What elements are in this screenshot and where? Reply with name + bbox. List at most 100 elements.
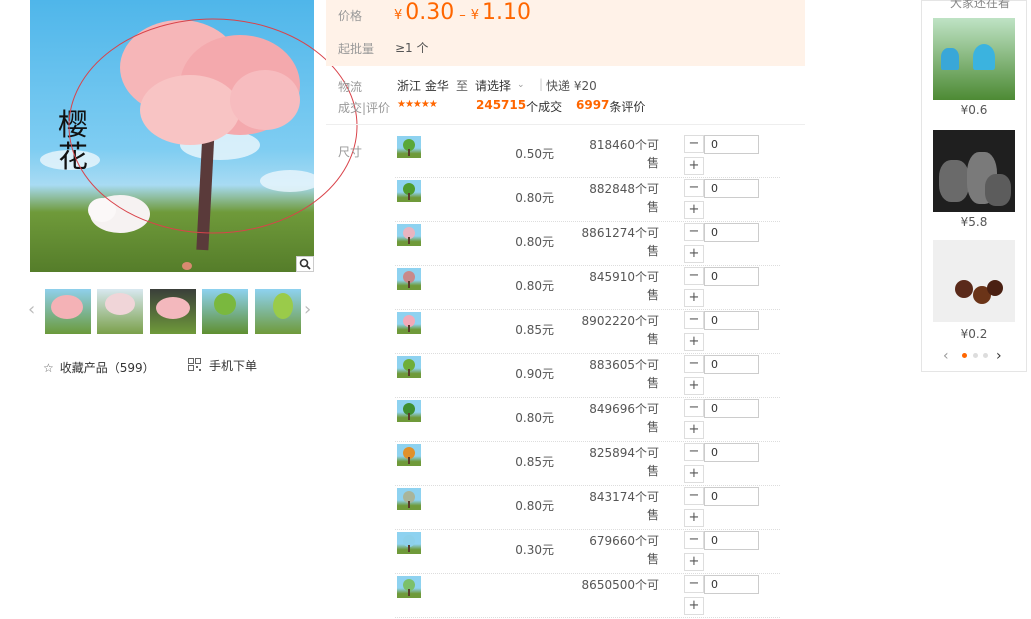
quantity-stepper: −+ <box>684 443 760 487</box>
sku-thumbnail[interactable] <box>397 576 421 598</box>
increment-button[interactable]: + <box>684 289 704 307</box>
increment-button[interactable]: + <box>684 333 704 351</box>
sku-stock: 845910个可售 <box>589 270 659 302</box>
sku-thumbnail[interactable] <box>397 136 421 158</box>
quantity-input[interactable] <box>704 531 759 550</box>
sku-stock: 883605个可售 <box>589 358 659 390</box>
sku-row: 0.80元849696个可售−+ <box>395 398 780 442</box>
increment-button[interactable]: + <box>684 509 704 527</box>
sku-price: 0.80元 <box>515 411 554 425</box>
sku-row: 0.80元882848个可售−+ <box>395 178 780 222</box>
sku-stock: 8861274个可售 <box>581 226 659 258</box>
carousel-dot[interactable] <box>973 353 978 358</box>
sku-thumbnail[interactable] <box>397 268 421 290</box>
deal-count[interactable]: 245715 个成交 <box>476 98 562 115</box>
quantity-input[interactable] <box>704 179 759 198</box>
carousel-dot-active[interactable] <box>962 353 967 358</box>
quantity-stepper: −+ <box>684 223 760 267</box>
thumb-prev-icon[interactable]: ‹ <box>28 299 35 320</box>
increment-button[interactable]: + <box>684 201 704 219</box>
sku-thumbnail[interactable] <box>397 488 421 510</box>
destination-select[interactable]: 请选择 ⌄ <box>475 77 525 94</box>
decrement-button[interactable]: − <box>684 355 704 373</box>
mobile-order-button[interactable]: 手机下单 <box>188 357 257 374</box>
favorite-label: 收藏产品（599） <box>59 361 155 375</box>
increment-button[interactable]: + <box>684 421 704 439</box>
decrement-button[interactable]: − <box>684 267 704 285</box>
decrement-button[interactable]: − <box>684 531 704 549</box>
zoom-icon[interactable] <box>296 256 314 272</box>
thumbnail-4[interactable] <box>202 289 248 334</box>
sku-thumbnail[interactable] <box>397 444 421 466</box>
sku-row: 0.90元 883605个可售 − + <box>395 354 780 398</box>
recommend-item-3-image[interactable] <box>933 240 1015 322</box>
recommend-next-icon[interactable]: › <box>996 348 1002 364</box>
decrement-button[interactable]: − <box>684 399 704 417</box>
decrement-button[interactable]: − <box>684 135 704 153</box>
sku-stock: 679660个可售 <box>589 534 659 566</box>
sku-thumbnail[interactable] <box>397 180 421 202</box>
quantity-stepper: −+ <box>684 531 760 575</box>
decrement-button[interactable]: − <box>684 179 704 197</box>
review-count[interactable]: 6997 条评价 <box>576 98 645 115</box>
quantity-input[interactable] <box>704 267 759 286</box>
carousel-dot[interactable] <box>983 353 988 358</box>
sku-thumbnail[interactable] <box>397 224 421 246</box>
recommend-item-3-price[interactable]: ¥0.2 <box>922 327 1026 341</box>
increment-button[interactable]: + <box>684 597 704 615</box>
thumbnail-3[interactable] <box>150 289 196 334</box>
thumbnail-1[interactable] <box>45 289 91 334</box>
sku-thumbnail[interactable] <box>397 532 421 554</box>
recommend-prev-icon[interactable]: ‹ <box>943 348 949 364</box>
sku-thumbnail[interactable] <box>397 312 421 334</box>
quantity-input[interactable] <box>704 135 759 154</box>
sku-thumbnail[interactable] <box>397 356 421 378</box>
sku-row: 0.50元818460个可售−+ <box>395 134 780 178</box>
price-label: 价格 <box>338 9 363 23</box>
logistics-to: 至 <box>456 79 469 93</box>
quantity-input[interactable] <box>704 399 759 418</box>
thumbnail-2[interactable] <box>97 289 143 334</box>
size-label: 尺寸 <box>338 145 363 159</box>
quantity-stepper: −+ <box>684 179 760 223</box>
thumbnail-5[interactable] <box>255 289 301 334</box>
sku-price: 0.80元 <box>515 279 554 293</box>
quantity-input[interactable] <box>704 575 759 594</box>
increment-button[interactable]: + <box>684 465 704 483</box>
recommend-item-2-image[interactable] <box>933 130 1015 212</box>
decrement-button[interactable]: − <box>684 223 704 241</box>
increment-button[interactable]: + <box>684 553 704 571</box>
star-outline-icon: ☆ <box>43 360 54 375</box>
quantity-stepper: −+ <box>684 311 760 355</box>
quantity-input[interactable] <box>704 487 759 506</box>
sku-price: 0.90元 <box>515 367 554 381</box>
quantity-stepper: −+ <box>684 267 760 311</box>
quantity-input[interactable] <box>704 443 759 462</box>
recommend-item-1-price[interactable]: ¥0.6 <box>922 103 1026 117</box>
increment-button[interactable]: + <box>684 377 704 395</box>
sku-row: 0.80元8861274个可售−+ <box>395 222 780 266</box>
favorite-button[interactable]: ☆ 收藏产品（599） <box>43 359 155 376</box>
recommend-item-1-image[interactable] <box>933 18 1015 100</box>
logistics-origin: 浙江 金华 <box>397 79 449 93</box>
decrement-button[interactable]: − <box>684 443 704 461</box>
thumb-next-icon[interactable]: › <box>304 299 311 320</box>
quantity-input[interactable] <box>704 223 759 242</box>
sku-stock: 818460个可售 <box>589 138 659 170</box>
sku-thumbnail[interactable] <box>397 400 421 422</box>
mobile-order-label: 手机下单 <box>209 359 258 373</box>
sku-row: 0.85元8902220个可售−+ <box>395 310 780 354</box>
decrement-button[interactable]: − <box>684 487 704 505</box>
decrement-button[interactable]: − <box>684 575 704 593</box>
min-order-label: 起批量 <box>338 42 375 56</box>
quantity-input[interactable] <box>704 311 759 330</box>
increment-button[interactable]: + <box>684 245 704 263</box>
sku-price: 0.80元 <box>515 499 554 513</box>
section-divider <box>326 124 805 125</box>
sku-row: 0.85元825894个可售−+ <box>395 442 780 486</box>
decrement-button[interactable]: − <box>684 311 704 329</box>
quantity-input[interactable] <box>704 355 759 374</box>
recommend-item-2-price[interactable]: ¥5.8 <box>922 215 1026 229</box>
increment-button[interactable]: + <box>684 157 704 175</box>
logistics-label: 物流 <box>338 80 363 94</box>
